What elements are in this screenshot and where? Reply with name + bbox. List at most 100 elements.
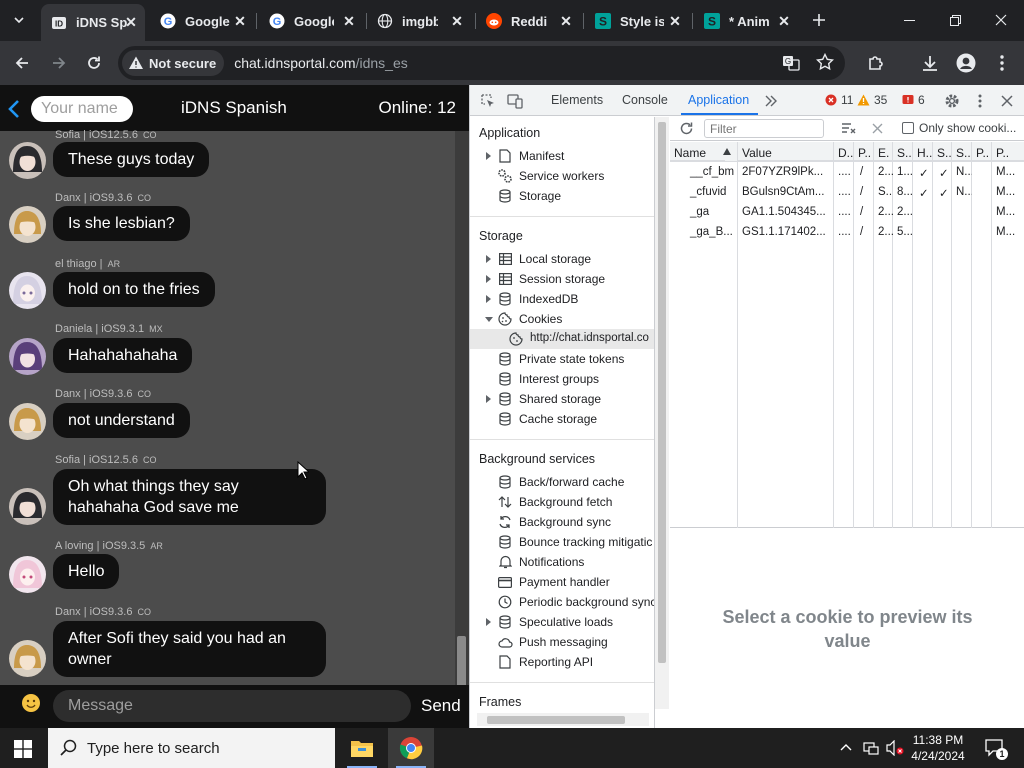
column-header-samesite[interactable]: S.. xyxy=(952,142,972,161)
column-header-path[interactable]: P.. xyxy=(854,142,874,161)
taskbar-file-explorer[interactable] xyxy=(339,728,385,768)
taskbar-chrome[interactable] xyxy=(388,728,434,768)
error-count[interactable]: 11 xyxy=(825,93,853,107)
column-header-priority[interactable]: P.. xyxy=(992,142,1024,161)
sidebar-item-shared-storage[interactable]: Shared storage xyxy=(470,389,654,409)
close-devtools-button[interactable] xyxy=(997,91,1017,111)
taskbar-search[interactable]: Type here to search xyxy=(48,728,335,768)
tab-console[interactable]: Console xyxy=(622,93,668,107)
sidebar-scrollbar[interactable] xyxy=(655,117,669,709)
more-tabs-button[interactable] xyxy=(761,91,781,111)
back-button[interactable] xyxy=(8,49,36,77)
sidebar-item-bounce-tracking[interactable]: Bounce tracking mitigatic xyxy=(470,532,654,552)
sidebar-item-service-workers[interactable]: Service workers xyxy=(470,166,654,186)
clear-all-icon[interactable] xyxy=(841,122,856,135)
chat-scrollbar[interactable] xyxy=(455,131,469,728)
name-input[interactable] xyxy=(31,96,133,122)
delete-selected-icon[interactable] xyxy=(872,123,883,134)
sidebar-item-cookie-origin[interactable]: http://chat.idnsportal.co xyxy=(470,329,654,349)
table-row[interactable]: __cf_bm 2F07YZR9lPk... .... / 2... 1... … xyxy=(670,162,1024,182)
avatar[interactable] xyxy=(9,142,46,179)
new-tab-button[interactable] xyxy=(808,8,830,32)
column-header-size[interactable]: S.. xyxy=(893,142,913,161)
inspect-button[interactable] xyxy=(478,91,498,111)
tab-idns-spanish[interactable]: ID iDNS Sp ✕ xyxy=(41,4,145,41)
refresh-icon[interactable] xyxy=(679,121,694,136)
close-icon[interactable]: ✕ xyxy=(449,13,465,29)
table-row[interactable]: _ga_B... GS1.1.171402... .... / 2... 5..… xyxy=(670,222,1024,242)
sidebar-item-private-state-tokens[interactable]: Private state tokens xyxy=(470,349,654,369)
scrollbar-thumb[interactable] xyxy=(487,716,625,724)
sidebar-item-back-forward-cache[interactable]: Back/forward cache xyxy=(470,472,654,492)
chrome-menu-button[interactable] xyxy=(988,49,1016,77)
send-button[interactable]: Send xyxy=(421,696,461,716)
tab-google-2[interactable]: G Google ✕ xyxy=(259,7,363,35)
sidebar-item-storage[interactable]: Storage xyxy=(470,186,654,206)
sidebar-item-reporting-api[interactable]: Reporting API xyxy=(470,652,654,672)
column-header-value[interactable]: Value xyxy=(738,142,834,161)
column-header-httponly[interactable]: H.. xyxy=(913,142,933,161)
sidebar-item-cache-storage[interactable]: Cache storage xyxy=(470,409,654,429)
chevron-up-icon[interactable] xyxy=(840,743,852,751)
profile-button[interactable] xyxy=(952,49,980,77)
avatar[interactable] xyxy=(9,640,46,677)
scrollbar-thumb[interactable] xyxy=(658,122,666,663)
windows-start-icon[interactable] xyxy=(14,740,32,758)
device-toolbar-button[interactable] xyxy=(505,91,525,111)
close-icon[interactable]: ✕ xyxy=(776,13,792,29)
message-input[interactable] xyxy=(53,690,411,722)
avatar[interactable] xyxy=(9,403,46,440)
tab-anim[interactable]: S * Anim ✕ xyxy=(694,7,798,35)
warning-count[interactable]: 35 xyxy=(857,93,887,107)
close-icon[interactable]: ✕ xyxy=(232,13,248,29)
close-icon[interactable]: ✕ xyxy=(667,13,683,29)
close-window-button[interactable] xyxy=(978,0,1024,40)
sidebar-item-manifest[interactable]: Manifest xyxy=(470,146,654,166)
sidebar-item-periodic-background-sync[interactable]: Periodic background sync xyxy=(470,592,654,612)
table-row[interactable]: _ga GA1.1.504345... .... / 2... 2... M..… xyxy=(670,202,1024,222)
close-icon[interactable]: ✕ xyxy=(558,13,574,29)
column-header-name[interactable]: Name xyxy=(670,142,725,161)
avatar[interactable] xyxy=(9,338,46,375)
sidebar-item-push-messaging[interactable]: Push messaging xyxy=(470,632,654,652)
close-icon[interactable]: ✕ xyxy=(123,14,139,31)
tab-elements[interactable]: Elements xyxy=(551,93,603,107)
sidebar-item-local-storage[interactable]: Local storage xyxy=(470,249,654,269)
forward-button[interactable] xyxy=(45,49,73,77)
sidebar-item-indexeddb[interactable]: IndexedDB xyxy=(470,289,654,309)
taskbar-clock[interactable]: 11:38 PM 4/24/2024 xyxy=(893,732,983,764)
column-header-expires[interactable]: E. xyxy=(874,142,893,161)
translate-button[interactable]: G xyxy=(782,54,800,72)
downloads-button[interactable] xyxy=(916,49,944,77)
issue-count[interactable]: 6 xyxy=(902,93,925,107)
extensions-button[interactable] xyxy=(862,49,890,77)
cookie-filter-input[interactable] xyxy=(704,119,824,138)
back-chevron-icon[interactable] xyxy=(8,99,20,119)
address-bar[interactable]: Not secure chat.idnsportal.com/idns_es G xyxy=(118,46,845,80)
avatar[interactable] xyxy=(9,272,46,309)
sidebar-item-session-storage[interactable]: Session storage xyxy=(470,269,654,289)
only-show-issues-checkbox[interactable]: Only show cooki... xyxy=(902,121,1016,135)
sidebar-item-background-fetch[interactable]: Background fetch xyxy=(470,492,654,512)
column-header-partition-key[interactable]: P.. xyxy=(972,142,992,161)
sidebar-item-speculative-loads[interactable]: Speculative loads xyxy=(470,612,654,632)
sidebar-item-notifications[interactable]: Notifications xyxy=(470,552,654,572)
settings-button[interactable] xyxy=(942,91,962,111)
network-icon[interactable] xyxy=(863,740,879,756)
minimize-button[interactable] xyxy=(886,0,932,40)
bookmark-button[interactable] xyxy=(816,53,834,71)
sidebar-item-cookies[interactable]: Cookies xyxy=(470,309,654,329)
tab-imgbb[interactable]: imgbb ✕ xyxy=(367,7,471,35)
sidebar-item-interest-groups[interactable]: Interest groups xyxy=(470,369,654,389)
table-row[interactable]: _cfuvid BGulsn9CtAm... .... / S... 8... … xyxy=(670,182,1024,202)
avatar[interactable] xyxy=(9,488,46,525)
tab-application[interactable]: Application xyxy=(688,93,749,107)
tab-search-button[interactable] xyxy=(6,8,32,32)
restore-button[interactable] xyxy=(932,0,978,40)
column-header-secure[interactable]: S.. xyxy=(933,142,952,161)
close-icon[interactable]: ✕ xyxy=(341,13,357,29)
avatar[interactable] xyxy=(9,556,46,593)
tab-google-1[interactable]: G Google ✕ xyxy=(150,7,254,35)
sidebar-item-payment-handler[interactable]: Payment handler xyxy=(470,572,654,592)
notification-center-button[interactable]: 1 xyxy=(984,737,1008,760)
